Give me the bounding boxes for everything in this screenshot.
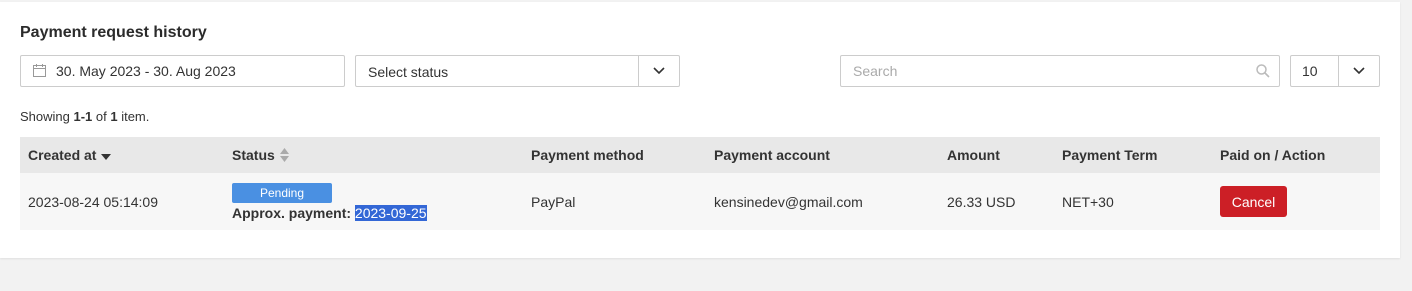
approx-payment: Approx. payment: 2023-09-25 [232, 204, 427, 221]
cell-created-at: 2023-08-24 05:14:09 [28, 193, 158, 210]
search-icon[interactable] [1256, 64, 1270, 78]
payment-requests-table: Created at Status Payment method Payment… [20, 137, 1380, 230]
search-field[interactable] [840, 55, 1280, 87]
page-size-toggle[interactable] [1338, 56, 1379, 86]
cell-status: Pending Approx. payment: 2023-09-25 [232, 173, 427, 230]
payment-history-card: Payment request history 30. May 2023 - 3… [0, 2, 1400, 258]
sort-icon [279, 148, 289, 162]
search-input[interactable] [842, 57, 1242, 85]
table-header: Created at Status Payment method Payment… [20, 137, 1380, 173]
page-size-value: 10 [1302, 63, 1318, 79]
cell-payment-term: NET+30 [1062, 193, 1114, 210]
header-payment-account: Payment account [714, 147, 830, 163]
header-payment-method: Payment method [531, 147, 644, 163]
status-select[interactable]: Select status [355, 55, 680, 87]
results-total: 1 [110, 109, 118, 124]
header-status[interactable]: Status [232, 137, 289, 173]
header-created-at[interactable]: Created at [28, 137, 112, 173]
results-summary: Showing 1-1 of 1 item. [20, 109, 150, 124]
chevron-down-icon [653, 67, 665, 75]
approx-payment-date: 2023-09-25 [354, 204, 427, 221]
table-row: 2023-08-24 05:14:09 Pending Approx. paym… [20, 173, 1380, 230]
cell-amount: 26.33 USD [947, 193, 1016, 210]
cell-action: Cancel [1220, 173, 1287, 230]
date-range-picker[interactable]: 30. May 2023 - 30. Aug 2023 [20, 55, 345, 87]
header-paid-on-action: Paid on / Action [1220, 147, 1326, 163]
calendar-icon [33, 64, 46, 77]
page-size-select[interactable]: 10 [1290, 55, 1380, 87]
results-range: 1-1 [73, 109, 93, 124]
cell-payment-method: PayPal [531, 193, 576, 210]
cancel-button[interactable]: Cancel [1220, 186, 1287, 217]
status-badge: Pending [232, 182, 332, 203]
sort-desc-icon [101, 154, 112, 160]
header-amount: Amount [947, 147, 1000, 163]
chevron-down-icon [1353, 67, 1365, 75]
page-title: Payment request history [20, 24, 207, 41]
status-select-toggle[interactable] [638, 56, 679, 86]
status-select-value: Select status [368, 64, 449, 80]
header-payment-term: Payment Term [1062, 147, 1158, 163]
cell-payment-account: kensinedev@gmail.com [714, 193, 863, 210]
date-range-value: 30. May 2023 - 30. Aug 2023 [56, 63, 236, 79]
